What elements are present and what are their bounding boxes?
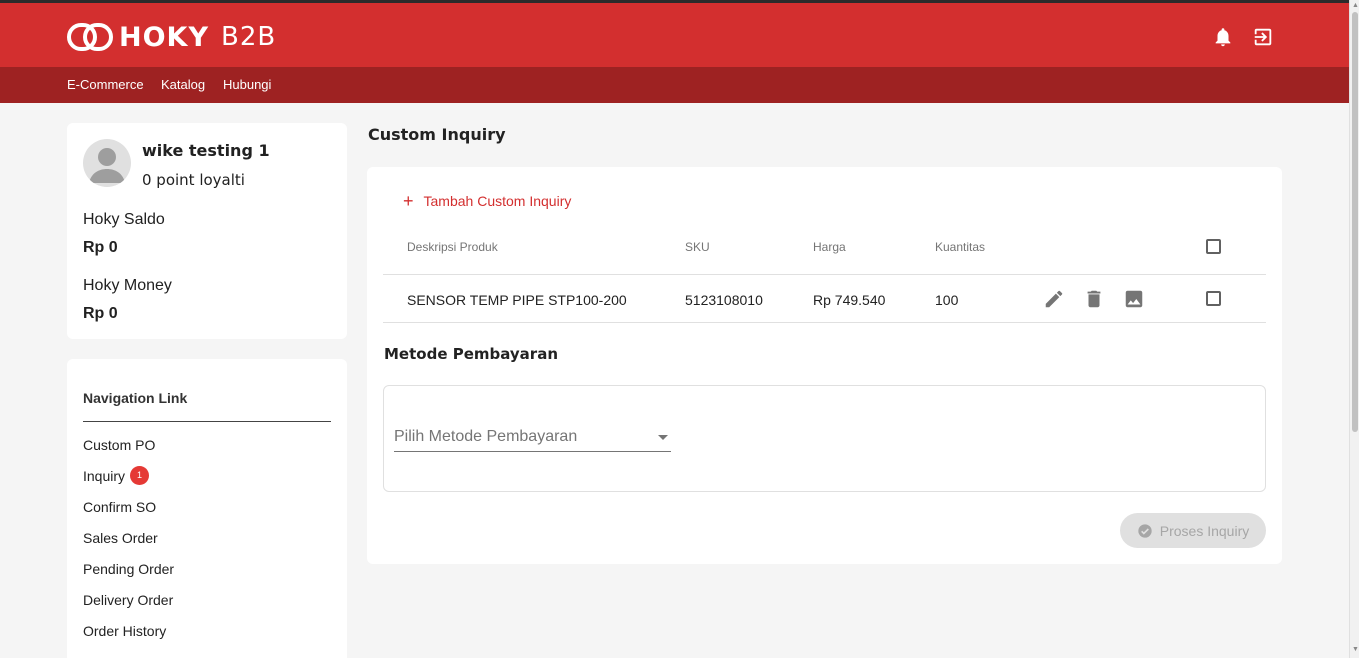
sidebar-item-inquiry[interactable]: Inquiry 1: [83, 466, 150, 485]
sidebar-item-label: Inquiry: [83, 467, 126, 484]
page-title: Custom Inquiry: [368, 125, 506, 144]
scroll-up-icon[interactable]: ▲: [1352, 2, 1359, 10]
scroll-down-icon[interactable]: ▼: [1352, 646, 1359, 654]
divider: [83, 421, 331, 422]
sidebar-item-delivery-order[interactable]: Delivery Order: [83, 592, 173, 608]
sidebar-item-sales-order[interactable]: Sales Order: [83, 530, 158, 546]
select-all-checkbox[interactable]: [1206, 239, 1221, 254]
top-app-bar: HOKY B2B: [0, 0, 1349, 67]
table-divider: [383, 322, 1266, 323]
payment-method-select[interactable]: Pilih Metode Pembayaran: [394, 426, 671, 452]
add-custom-inquiry-label: Tambah Custom Inquiry: [423, 193, 572, 209]
inquiry-count-badge: 1: [130, 466, 150, 485]
nav-ecommerce[interactable]: E-Commerce: [67, 77, 144, 92]
navigation-title: Navigation Link: [83, 390, 188, 406]
column-header-price: Harga: [813, 240, 846, 254]
navigation-card: Navigation Link Custom PO Inquiry 1 Confi…: [67, 359, 347, 658]
page-scrollbar[interactable]: ▲ ▼: [1349, 0, 1359, 658]
user-avatar-icon: [89, 148, 125, 183]
sidebar-item-custom-po[interactable]: Custom PO: [83, 437, 155, 453]
image-icon[interactable]: [1123, 288, 1145, 310]
brand-logo[interactable]: HOKY B2B: [67, 19, 276, 55]
sidebar-item-confirm-so[interactable]: Confirm SO: [83, 499, 156, 515]
payment-method-placeholder: Pilih Metode Pembayaran: [394, 428, 578, 445]
row-description: SENSOR TEMP PIPE STP100-200: [407, 292, 627, 308]
scrollbar-thumb[interactable]: [1352, 12, 1358, 432]
sidebar-item-order-history[interactable]: Order History: [83, 623, 166, 639]
brand-suffix: B2B: [221, 22, 277, 52]
saldo-label: Hoky Saldo: [83, 211, 165, 228]
proses-inquiry-button[interactable]: Proses Inquiry: [1120, 513, 1266, 548]
logout-icon[interactable]: [1252, 25, 1274, 49]
sidebar-item-label: Pending Order: [83, 561, 175, 577]
profile-card: wike testing 1 0 point loyalti Hoky Sald…: [67, 123, 347, 339]
money-value: Rp 0: [83, 305, 118, 322]
column-header-quantity: Kuantitas: [935, 240, 986, 254]
bell-icon[interactable]: [1212, 25, 1234, 49]
user-name: wike testing 1: [142, 141, 270, 160]
table-divider: [383, 274, 1266, 275]
column-header-description: Deskripsi Produk: [407, 240, 498, 254]
nav-hubungi[interactable]: Hubungi: [223, 77, 271, 92]
hoky-logo-icon: [67, 23, 113, 51]
plus-icon: +: [403, 191, 414, 211]
add-custom-inquiry-button[interactable]: + Tambah Custom Inquiry: [403, 191, 572, 211]
proses-inquiry-label: Proses Inquiry: [1159, 522, 1250, 539]
check-circle-icon: [1138, 523, 1152, 538]
saldo-value: Rp 0: [83, 239, 118, 256]
row-checkbox[interactable]: [1206, 291, 1221, 306]
delete-icon[interactable]: [1083, 288, 1105, 310]
row-sku: 5123108010: [685, 292, 763, 308]
nav-katalog[interactable]: Katalog: [161, 77, 205, 92]
row-quantity: 100: [935, 292, 959, 308]
sidebar-item-pending-order[interactable]: Pending Order: [83, 561, 174, 577]
edit-icon[interactable]: [1043, 288, 1065, 310]
sidebar-item-label: Custom PO: [83, 437, 156, 453]
sidebar-item-label: Sales Order: [83, 530, 158, 546]
sidebar-item-label: Delivery Order: [83, 592, 174, 608]
payment-box: Pilih Metode Pembayaran: [383, 385, 1266, 492]
avatar: [83, 139, 131, 187]
chevron-down-icon: [658, 435, 668, 440]
money-label: Hoky Money: [83, 277, 172, 294]
sidebar-item-label: Confirm SO: [83, 499, 157, 515]
header-actions: [1212, 25, 1274, 49]
sidebar-item-label: Order History: [83, 623, 167, 639]
row-price: Rp 749.540: [813, 292, 886, 308]
main-nav: E-Commerce Katalog Hubungi: [0, 67, 1349, 103]
inquiry-card: + Tambah Custom Inquiry Deskripsi Produk…: [367, 167, 1282, 564]
brand-name: HOKY: [119, 21, 210, 53]
payment-section-title: Metode Pembayaran: [384, 345, 559, 363]
loyalty-points: 0 point loyalti: [142, 171, 245, 189]
column-header-sku: SKU: [685, 240, 710, 254]
